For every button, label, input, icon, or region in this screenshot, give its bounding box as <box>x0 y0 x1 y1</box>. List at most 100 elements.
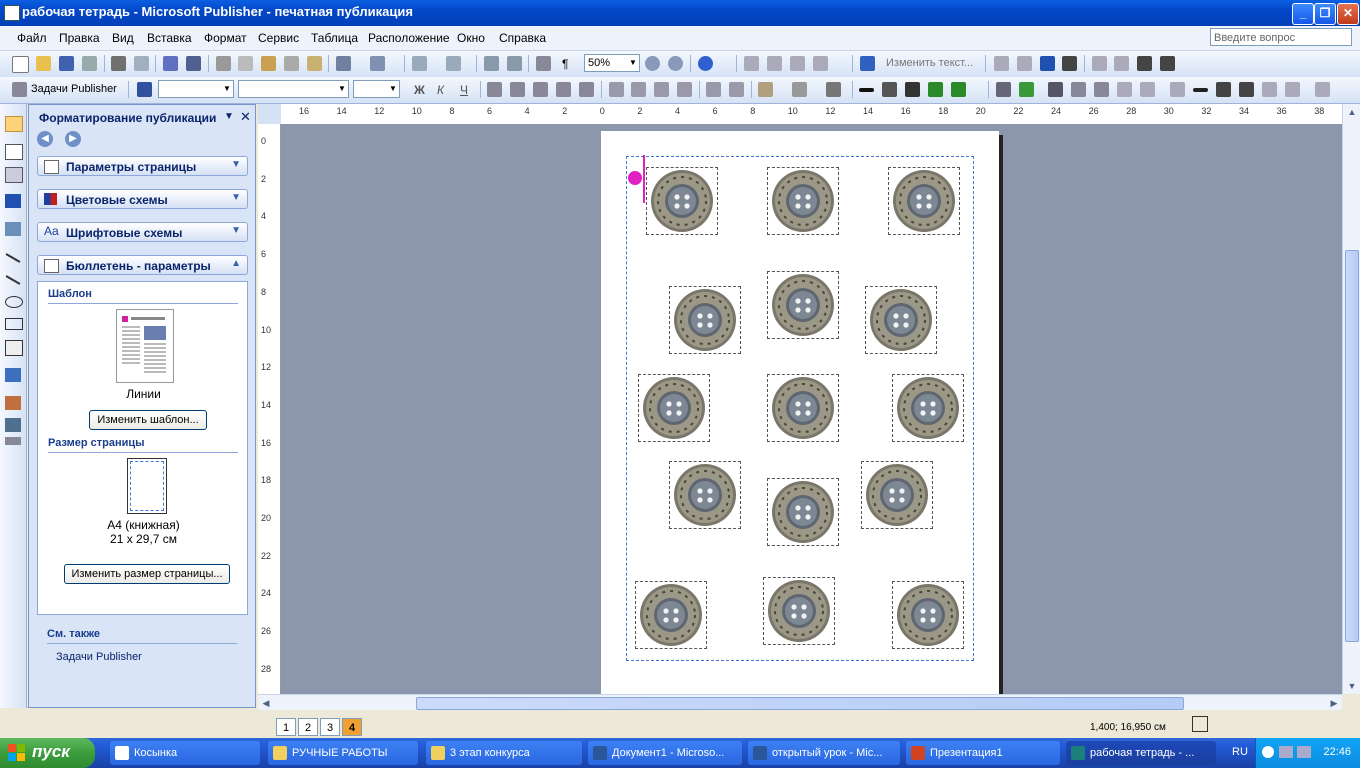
section-color-schemes[interactable]: Цветовые схемы ▼ <box>37 189 248 209</box>
button-picture[interactable] <box>767 374 839 442</box>
network-icon[interactable] <box>1279 746 1293 758</box>
research-icon[interactable] <box>186 56 201 71</box>
brightness-icon[interactable] <box>1094 82 1109 97</box>
menu-arrange[interactable]: Расположение <box>368 31 450 45</box>
help-icon[interactable] <box>698 56 713 71</box>
align-center-icon[interactable] <box>510 82 525 97</box>
task-solitaire[interactable]: Косынка <box>110 741 260 765</box>
toolbar-options-icon[interactable] <box>5 437 21 445</box>
menu-help[interactable]: Справка <box>499 31 546 45</box>
align-right-icon[interactable] <box>533 82 548 97</box>
increase-indent-icon[interactable] <box>677 82 692 97</box>
insert-picture-icon[interactable] <box>996 82 1011 97</box>
horizontal-scrollbar[interactable]: ◀ ▶ <box>258 694 1342 711</box>
button-picture[interactable] <box>767 271 839 339</box>
language-indicator[interactable]: RU <box>1232 746 1248 758</box>
thick-line-icon[interactable] <box>1193 88 1208 92</box>
menu-insert[interactable]: Вставка <box>147 31 192 45</box>
new-icon[interactable] <box>12 56 29 73</box>
select-tool-icon[interactable] <box>5 116 23 132</box>
same-height-icon[interactable] <box>1092 56 1107 71</box>
menu-file[interactable]: Файл <box>17 31 47 45</box>
horizontal-ruler[interactable]: 16 14 12 10 8 6 4 2 0 2 4 6 8 10 12 14 16 18 20 22 24 26 28 30 3… <box>281 104 1342 125</box>
text-box-icon[interactable] <box>5 144 23 160</box>
picture-frame-icon[interactable] <box>5 222 21 236</box>
task-publisher[interactable]: рабочая тетрадь - ... <box>1066 741 1216 765</box>
page-tab-1[interactable]: 1 <box>276 718 296 736</box>
chevron-down-icon[interactable]: ▼ <box>627 55 639 71</box>
wordart-format-icon[interactable] <box>1040 56 1055 71</box>
task-pane-menu-icon[interactable]: ▼ <box>224 111 234 122</box>
network2-icon[interactable] <box>1297 746 1311 758</box>
vertical-text-icon[interactable] <box>1114 56 1129 71</box>
scroll-right-icon[interactable]: ▶ <box>1326 695 1342 711</box>
bullets-icon[interactable] <box>631 82 646 97</box>
format-painter-icon[interactable] <box>307 56 322 71</box>
vertical-scrollbar[interactable]: ▲ ▼ <box>1342 104 1360 694</box>
autoshapes-icon[interactable] <box>5 340 23 356</box>
align-icon[interactable] <box>1137 56 1152 71</box>
section-newsletter-options[interactable]: Бюллетень - параметры ▲ <box>37 255 248 275</box>
styles-icon[interactable] <box>137 82 152 97</box>
menu-view[interactable]: Вид <box>112 31 134 45</box>
cut-icon[interactable] <box>216 56 231 71</box>
chevron-down-icon[interactable]: ▼ <box>387 81 399 97</box>
button-picture[interactable] <box>646 167 718 235</box>
ruler-corner[interactable] <box>258 104 281 124</box>
zoom-in-icon[interactable] <box>668 56 683 71</box>
line-color-icon[interactable] <box>792 82 807 97</box>
menu-edit[interactable]: Правка <box>59 31 100 45</box>
button-picture[interactable] <box>635 581 707 649</box>
workspace[interactable] <box>281 124 1342 694</box>
page-tab-2[interactable]: 2 <box>298 718 318 736</box>
3d-style-icon[interactable] <box>951 82 966 97</box>
publication-page[interactable] <box>601 131 999 694</box>
redo-icon[interactable] <box>370 56 385 71</box>
start-button[interactable]: пуск <box>0 738 95 768</box>
task-powerpoint[interactable]: Презентация1 <box>906 741 1060 765</box>
numbering-icon[interactable] <box>609 82 624 97</box>
menu-table[interactable]: Таблица <box>311 31 358 45</box>
zoom-out-icon[interactable] <box>645 56 660 71</box>
page-tab-4[interactable]: 4 <box>342 718 362 736</box>
font-color-icon[interactable] <box>826 82 841 97</box>
color-picture-icon[interactable] <box>1019 82 1034 97</box>
set-transparent-icon[interactable] <box>1285 82 1300 97</box>
chevron-down-icon[interactable]: ▼ <box>221 81 233 97</box>
button-picture[interactable] <box>669 286 741 354</box>
scroll-up-icon[interactable]: ▲ <box>1344 104 1360 120</box>
forward-icon[interactable]: ▶ <box>65 131 81 147</box>
zoom-select[interactable]: 50% ▼ <box>584 54 640 72</box>
anchor-marker-icon[interactable] <box>628 171 642 185</box>
unlink-icon[interactable] <box>767 56 782 71</box>
menu-format[interactable]: Формат <box>204 31 247 45</box>
button-picture[interactable] <box>767 167 839 235</box>
font-size-select[interactable]: ▼ <box>353 80 400 98</box>
link-icon[interactable] <box>744 56 759 71</box>
more-contrast-icon[interactable] <box>1071 82 1086 97</box>
wordart-tool-icon[interactable] <box>5 194 21 208</box>
button-picture[interactable] <box>763 577 835 645</box>
button-picture[interactable] <box>865 286 937 354</box>
task-folder-handwork[interactable]: РУЧНЫЕ РАБОТЫ <box>268 741 418 765</box>
rotate-icon[interactable] <box>446 56 461 71</box>
line-style-icon[interactable] <box>859 88 874 92</box>
button-picture[interactable] <box>888 167 960 235</box>
change-template-button[interactable]: Изменить шаблон... <box>89 410 207 430</box>
special-chars-icon[interactable] <box>484 56 499 71</box>
publisher-tasks-link[interactable]: Задачи Publisher <box>56 651 142 663</box>
print-preview-icon[interactable] <box>134 56 149 71</box>
reset-picture-icon[interactable] <box>1315 82 1330 97</box>
decrease-font-icon[interactable] <box>706 82 721 97</box>
line-style-pic-icon[interactable] <box>1170 82 1185 97</box>
italic-button[interactable]: К <box>437 83 444 97</box>
task-word-document[interactable]: Документ1 - Microso... <box>588 741 742 765</box>
copy-icon[interactable] <box>238 56 253 71</box>
format-picture-icon[interactable] <box>1262 82 1277 97</box>
rectangle-tool-icon[interactable] <box>5 318 23 330</box>
table-icon[interactable] <box>5 167 23 183</box>
chevron-down-icon[interactable]: ▼ <box>336 81 348 97</box>
paste-icon[interactable] <box>261 56 276 71</box>
page-tab-3[interactable]: 3 <box>320 718 340 736</box>
shadow-style-icon[interactable] <box>928 82 943 97</box>
